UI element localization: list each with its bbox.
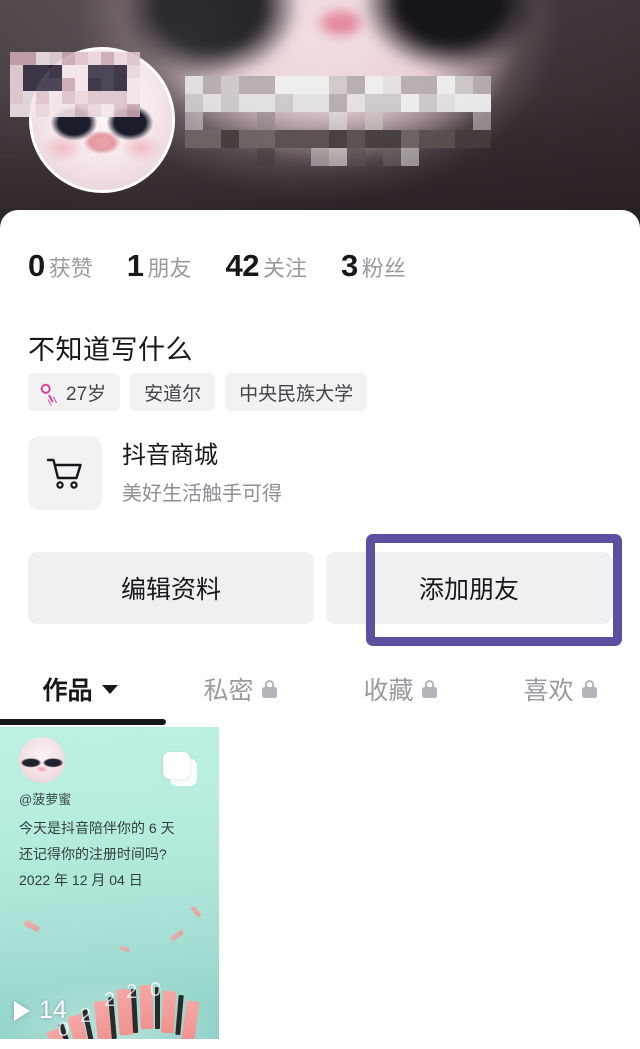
stat-followers[interactable]: 3 粉丝 — [341, 248, 406, 284]
shop-text: 抖音商城 美好生活触手可得 — [122, 441, 282, 506]
female-icon — [38, 379, 63, 406]
video-thumbnail[interactable]: 22020 @菠萝蜜 今天是抖音陪伴你的 6 天 还记得你的注册时间吗? 202… — [0, 727, 219, 1039]
video-play-count: 14 — [14, 996, 67, 1025]
tag-location[interactable]: 安道尔 — [130, 373, 216, 411]
tag-age[interactable]: 27岁 — [28, 373, 121, 411]
stat-following[interactable]: 42 关注 — [226, 248, 308, 284]
tab-works[interactable]: 作品 — [0, 671, 160, 707]
add-friend-button[interactable]: 添加朋友 — [326, 552, 612, 624]
video-handle: @菠萝蜜 — [19, 792, 72, 807]
tab-label: 喜欢 — [523, 677, 574, 705]
stat-value: 0 — [28, 248, 45, 283]
stat-value: 42 — [225, 248, 260, 283]
stat-friends[interactable]: 1 朋友 — [127, 248, 192, 284]
shop-title: 抖音商城 — [122, 441, 218, 469]
profile-actions: 编辑资料 添加朋友 — [28, 552, 612, 624]
profile-tags: 27岁 安道尔 中央民族大学 — [28, 373, 377, 411]
tab-label: 私密 — [203, 677, 254, 705]
tag-school[interactable]: 中央民族大学 — [225, 373, 368, 411]
profile-stats: 0 获赞 1 朋友 42 关注 3 粉丝 — [28, 248, 406, 284]
tab-private[interactable]: 私密 — [160, 671, 320, 707]
tag-label: 27岁 — [66, 383, 107, 405]
video-avatar — [19, 737, 65, 783]
profile-tabs: 作品 私密 收藏 喜欢 — [0, 658, 640, 720]
play-count-value: 14 — [39, 996, 67, 1024]
shop-entry[interactable]: 抖音商城 美好生活触手可得 — [28, 436, 282, 510]
tab-favorites[interactable]: 收藏 — [320, 671, 480, 707]
video-text-line-3: 2022 年 12 月 04 日 — [19, 872, 143, 888]
tab-label: 收藏 — [363, 677, 414, 705]
tag-label: 中央民族大学 — [239, 383, 354, 405]
stat-value: 3 — [341, 248, 358, 283]
video-grid: 22020 @菠萝蜜 今天是抖音陪伴你的 6 天 还记得你的注册时间吗? 202… — [0, 727, 640, 1039]
avatar-censored-mosaic — [10, 52, 140, 117]
stat-label: 朋友 — [147, 256, 192, 281]
tab-liked[interactable]: 喜欢 — [480, 671, 640, 707]
chevron-down-icon — [101, 684, 118, 694]
tag-label: 安道尔 — [144, 383, 202, 405]
video-text-line-1: 今天是抖音陪伴你的 6 天 — [19, 820, 175, 836]
video-text-line-2: 还记得你的注册时间吗? — [19, 846, 167, 862]
active-tab-indicator — [0, 719, 166, 725]
lock-icon — [581, 680, 597, 698]
shopping-cart-icon — [46, 458, 82, 489]
stat-value: 1 — [126, 248, 144, 283]
shop-subtitle: 美好生活触手可得 — [122, 482, 282, 505]
profile-signature[interactable]: 不知道写什么 — [28, 328, 193, 367]
lock-icon — [261, 680, 277, 698]
stat-label: 获赞 — [48, 256, 93, 281]
nickname-censored-mosaic — [185, 76, 491, 166]
play-icon — [14, 1000, 30, 1021]
tab-label: 作品 — [42, 677, 93, 705]
profile-card: 0 获赞 1 朋友 42 关注 3 粉丝 不知道写什么 27岁 安道尔 中央民族… — [0, 210, 640, 1049]
stacked-cards-icon — [163, 752, 197, 786]
stat-likes[interactable]: 0 获赞 — [28, 248, 93, 284]
stat-label: 粉丝 — [361, 256, 406, 281]
lock-icon — [421, 680, 437, 698]
shop-icon-box — [28, 436, 102, 510]
stat-label: 关注 — [263, 256, 308, 281]
edit-profile-button[interactable]: 编辑资料 — [28, 552, 314, 624]
